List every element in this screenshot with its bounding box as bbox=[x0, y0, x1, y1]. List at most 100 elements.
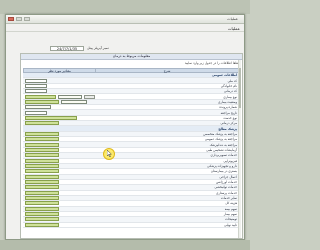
value-field[interactable] bbox=[25, 201, 59, 206]
value-field[interactable] bbox=[25, 164, 59, 169]
value-field[interactable] bbox=[25, 142, 59, 147]
search-bar: 24/7/7/1/35 نمبر آپریٹر پینل bbox=[50, 45, 200, 51]
table-body: اطلاعات عمومی کد ملی نام خانوادگی کد درمانی… bbox=[23, 73, 239, 228]
value-cell bbox=[23, 158, 95, 163]
value-field[interactable] bbox=[58, 94, 82, 99]
description-cell: نام خانوادگی bbox=[220, 83, 237, 88]
value-field[interactable] bbox=[25, 196, 59, 201]
menu-bar: عملیات bbox=[6, 25, 244, 32]
description-cell: اطلاعات عمومی bbox=[212, 73, 237, 78]
value-cell bbox=[23, 83, 95, 88]
column-header-value: مقادیر مورد نظر bbox=[24, 69, 96, 73]
value-cell bbox=[23, 121, 95, 126]
row-action-button[interactable] bbox=[83, 94, 95, 99]
value-field[interactable] bbox=[25, 212, 59, 217]
value-field[interactable] bbox=[25, 185, 59, 190]
content-panel: معلومات مربوط به درمان لطفا اطلاعات را د… bbox=[20, 53, 243, 239]
value-field[interactable] bbox=[25, 78, 47, 83]
description-cell: نوع بیماری bbox=[223, 94, 237, 99]
value-cell bbox=[23, 174, 95, 179]
value-cell bbox=[23, 190, 95, 195]
panel-header: معلومات مربوط به درمان bbox=[21, 54, 242, 60]
value-cell bbox=[23, 201, 95, 206]
value-cell bbox=[23, 115, 95, 120]
value-field[interactable] bbox=[25, 137, 59, 142]
vertical-scrollbar[interactable] bbox=[238, 60, 241, 238]
description-cell: مراجعه به پزشک متخصص bbox=[203, 131, 237, 136]
value-field[interactable] bbox=[25, 99, 59, 104]
value-field[interactable] bbox=[25, 174, 59, 179]
value-cell bbox=[23, 153, 95, 158]
taskbar bbox=[0, 240, 250, 250]
description-cell: نوع خدمت bbox=[223, 115, 237, 120]
value-field[interactable] bbox=[25, 180, 59, 185]
window-controls bbox=[8, 17, 30, 21]
data-table: مقادیر مورد نظر شرح اطلاعات عمومی کد ملی ن… bbox=[23, 68, 239, 228]
description-cell: خدمات تصویربرداری bbox=[210, 153, 237, 158]
minimize-button[interactable] bbox=[24, 17, 30, 21]
scrollbar-thumb[interactable] bbox=[239, 68, 241, 108]
menu-item-operations[interactable]: عملیات bbox=[228, 26, 240, 31]
description-cell: اعمال جراحی bbox=[219, 174, 237, 179]
date-field[interactable]: 24/7/7/1/35 bbox=[50, 45, 84, 51]
value-cell bbox=[23, 137, 95, 142]
search-label: نمبر آپریٹر پینل bbox=[87, 46, 109, 50]
description-cell: کد درمانی bbox=[224, 89, 237, 94]
value-cell bbox=[23, 110, 95, 115]
value-field[interactable] bbox=[25, 105, 51, 110]
value-cell bbox=[23, 142, 95, 147]
value-field[interactable] bbox=[25, 206, 59, 211]
description-cell: بستری در بیمارستان bbox=[210, 169, 237, 174]
app-window: عملیات عملیات 24/7/7/1/35 نمبر آپریٹر پی… bbox=[5, 14, 245, 240]
desktop-top-strip bbox=[0, 0, 250, 14]
description-cell: سایر خدمات bbox=[220, 196, 237, 201]
value-field[interactable] bbox=[25, 217, 59, 222]
table-row: تایید نهایی bbox=[23, 222, 239, 228]
value-field[interactable] bbox=[25, 89, 47, 94]
value-cell bbox=[23, 147, 95, 152]
value-field[interactable] bbox=[25, 110, 47, 115]
description-cell: فیزیوتراپی bbox=[223, 158, 237, 163]
value-cell bbox=[23, 217, 95, 222]
value-field[interactable] bbox=[25, 222, 59, 227]
value-field[interactable] bbox=[25, 147, 59, 152]
description-cell: خدمات توانبخشی bbox=[214, 185, 237, 190]
value-cell bbox=[23, 180, 95, 185]
value-cell bbox=[23, 212, 95, 217]
value-field[interactable] bbox=[25, 121, 59, 126]
description-cell: مراجعه به پزشک عمومی bbox=[204, 137, 237, 142]
description-cell: تاریخ مراجعه bbox=[220, 110, 237, 115]
value-field[interactable] bbox=[25, 153, 59, 158]
value-field[interactable] bbox=[25, 158, 59, 163]
window-title: عملیات bbox=[227, 17, 238, 21]
description-cell: تایید نهایی bbox=[224, 222, 237, 227]
value-field[interactable] bbox=[25, 131, 59, 136]
value-cell bbox=[23, 99, 95, 104]
value-cell bbox=[23, 222, 95, 227]
close-button[interactable] bbox=[8, 17, 14, 21]
description-cell: پزشک معالج bbox=[218, 126, 237, 131]
value-cell bbox=[23, 78, 95, 83]
column-header-description: شرح bbox=[163, 69, 171, 73]
value-field[interactable] bbox=[25, 169, 59, 174]
description-cell: خدمات پرستاری bbox=[216, 190, 237, 195]
description-cell: آزمایشات تشخیص طبی bbox=[206, 147, 237, 152]
description-cell: هزینه کل bbox=[225, 201, 237, 206]
value-cell bbox=[23, 169, 95, 174]
value-cell bbox=[23, 206, 95, 211]
value-cell bbox=[23, 164, 95, 169]
value-field[interactable] bbox=[25, 115, 77, 120]
description-cell: دارو و تجهیزات پزشکی bbox=[207, 164, 237, 169]
description-cell: مرکز درمانی bbox=[220, 121, 237, 126]
description-cell: وضعیت بیماری bbox=[217, 99, 237, 104]
maximize-button[interactable] bbox=[16, 17, 22, 21]
info-line: لطفا اطلاعات را در جدول زیر وارد نمایید bbox=[184, 61, 239, 65]
value-cell bbox=[23, 105, 95, 110]
value-field[interactable] bbox=[25, 94, 57, 99]
description-cell: خدمات اورژانس bbox=[215, 180, 237, 185]
value-field[interactable] bbox=[25, 190, 59, 195]
value-field[interactable] bbox=[25, 83, 47, 88]
value-field[interactable] bbox=[61, 99, 87, 104]
description-cell: سهم بیمه bbox=[224, 206, 237, 211]
value-cell bbox=[23, 185, 95, 190]
